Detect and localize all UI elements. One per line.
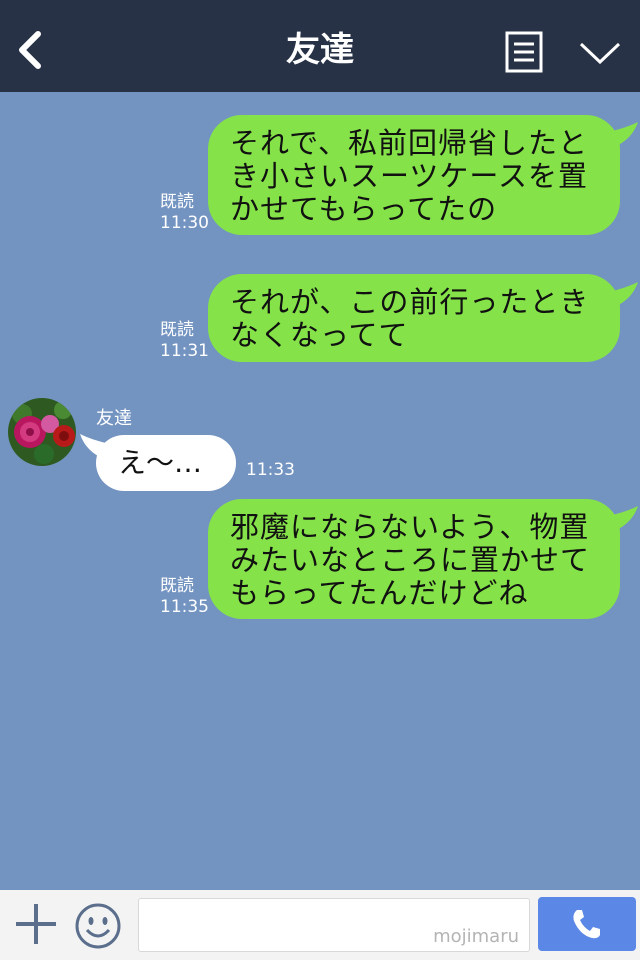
sender-name: 友達 bbox=[96, 408, 132, 429]
outgoing-message-bubble[interactable]: それが、この前行ったとき なくなってて bbox=[208, 274, 620, 362]
watermark-text: mojimaru bbox=[433, 926, 519, 947]
chat-area[interactable]: 既読 11:30 それで、私前回帰省したと き小さいスーツケースを置 かせてもら… bbox=[0, 92, 640, 890]
message-input[interactable]: mojimaru bbox=[138, 898, 530, 952]
message-time: 11:31 bbox=[160, 341, 209, 361]
message-meta: 既読 11:35 bbox=[160, 576, 209, 618]
outgoing-message-bubble[interactable]: それで、私前回帰省したと き小さいスーツケースを置 かせてもらってたの bbox=[208, 115, 620, 235]
message-time: 11:30 bbox=[160, 213, 209, 233]
read-receipt: 既読 bbox=[160, 320, 194, 340]
chevron-down-icon[interactable] bbox=[578, 38, 622, 68]
input-bar: mojimaru bbox=[0, 890, 640, 960]
incoming-message-bubble[interactable]: え〜… bbox=[96, 435, 236, 491]
call-button[interactable] bbox=[538, 897, 636, 951]
read-receipt: 既読 bbox=[160, 192, 194, 212]
message-time: 11:35 bbox=[160, 597, 209, 617]
message-time: 11:33 bbox=[246, 460, 295, 480]
header: 友達 bbox=[0, 0, 640, 92]
outgoing-message-bubble[interactable]: 邪魔にならないよう、物置 みたいなところに置かせて もらってたんだけどね bbox=[208, 499, 620, 619]
emoji-icon[interactable] bbox=[74, 902, 122, 950]
menu-icon[interactable] bbox=[504, 30, 544, 74]
chat-title: 友達 bbox=[286, 30, 354, 70]
message-meta: 既読 11:30 bbox=[160, 192, 209, 234]
plus-icon[interactable] bbox=[14, 902, 58, 946]
phone-icon bbox=[573, 910, 600, 939]
message-meta: 既読 11:31 bbox=[160, 320, 209, 362]
back-icon[interactable] bbox=[14, 30, 48, 70]
rose-avatar-image bbox=[8, 398, 76, 466]
avatar[interactable] bbox=[8, 398, 76, 466]
read-receipt: 既読 bbox=[160, 576, 194, 596]
